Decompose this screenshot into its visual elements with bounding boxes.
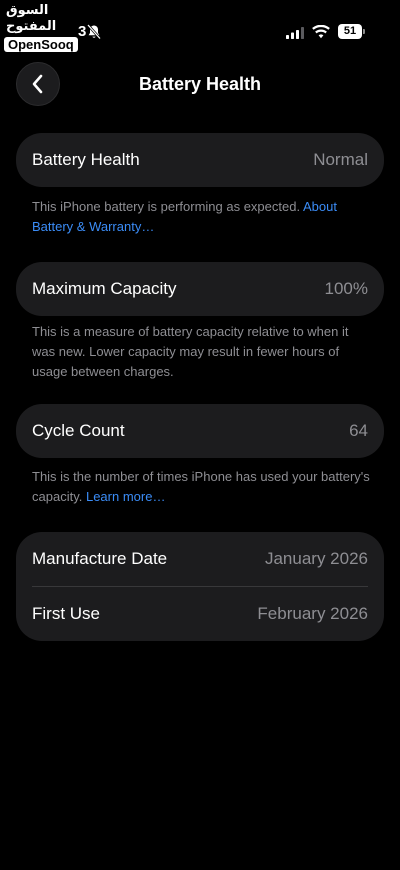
cycle-count-row: Cycle Count 64 [16,404,384,458]
status-bar: السوق المفتوح OpenSooq 3 51 [0,0,400,52]
cycle-count-label: Cycle Count [32,421,125,440]
maximum-capacity-label: Maximum Capacity [32,279,177,298]
battery-health-label: Battery Health [32,150,140,169]
cycle-count-card: Cycle Count 64 [16,404,384,458]
battery-icon: 51 [338,24,366,39]
cycle-count-description: This is the number of times iPhone has u… [32,469,370,504]
cycle-count-value: 64 [349,421,368,440]
battery-nub [363,29,365,34]
maximum-capacity-row: Maximum Capacity 100% [16,262,384,316]
status-time: 3 [78,23,87,40]
cycle-count-footnote: This is the number of times iPhone has u… [32,467,372,507]
maximum-capacity-value: 100% [324,279,368,298]
battery-level-text: 51 [338,24,362,39]
battery-health-footnote: This iPhone battery is performing as exp… [32,197,372,237]
manufacture-date-row: Manufacture Date January 2026 [16,532,384,586]
learn-more-link[interactable]: Learn more… [86,489,165,504]
battery-health-value: Normal [313,150,368,169]
bell-muted-icon [87,24,101,40]
first-use-row: First Use February 2026 [16,587,384,641]
dates-card: Manufacture Date January 2026 First Use … [16,532,384,641]
battery-health-row: Battery Health Normal [16,133,384,187]
manufacture-date-value: January 2026 [264,549,368,568]
cellular-signal-icon [286,27,304,39]
maximum-capacity-card: Maximum Capacity 100% [16,262,384,316]
first-use-value: February 2026 [257,604,368,623]
maximum-capacity-footnote: This is a measure of battery capacity re… [32,324,349,379]
page-title: Battery Health [138,74,262,94]
first-use-label: First Use [32,604,100,623]
wifi-icon [312,25,330,39]
manufacture-date-label: Manufacture Date [32,549,168,568]
watermark-brand-text: OpenSooq [4,37,78,52]
battery-health-card: Battery Health Normal [16,133,384,187]
battery-health-description: This iPhone battery is performing as exp… [32,199,301,214]
